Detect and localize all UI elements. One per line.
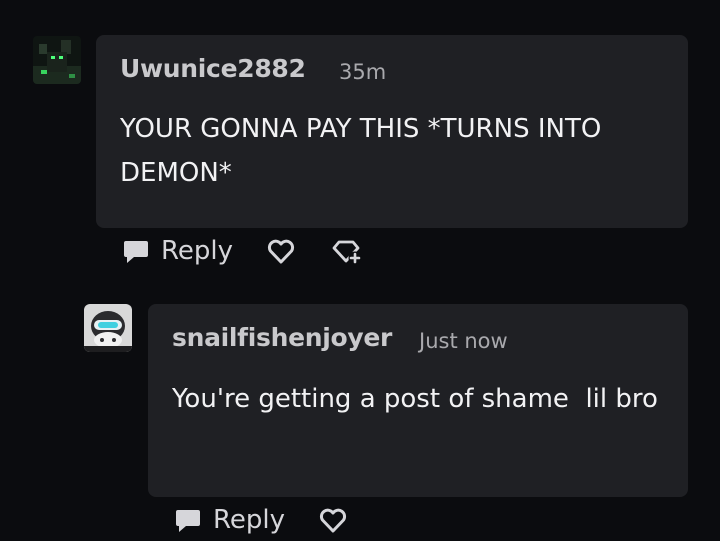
avatar[interactable] <box>84 304 132 352</box>
like-button[interactable] <box>266 236 296 266</box>
like-button[interactable] <box>318 505 348 535</box>
reply-label: Reply <box>213 505 286 535</box>
heart-icon <box>318 505 348 535</box>
award-button[interactable] <box>330 236 362 266</box>
username[interactable]: Uwunice2882 <box>120 54 306 83</box>
avatar[interactable] <box>33 36 81 84</box>
comment-actions: Reply <box>121 236 362 266</box>
timestamp: 35m <box>339 60 387 84</box>
comment-text: YOUR GONNA PAY THIS *TURNS INTO DEMON* <box>120 114 602 188</box>
chat-bubble-icon <box>173 505 203 535</box>
reply-button[interactable]: Reply <box>173 505 285 535</box>
chat-bubble-icon <box>121 236 151 266</box>
reply-button[interactable]: Reply <box>121 236 233 266</box>
timestamp: Just now <box>419 329 508 353</box>
comment-actions: Reply <box>173 505 348 535</box>
reply-label: Reply <box>161 236 234 266</box>
comment-text: You're getting a post of shame lil bro <box>172 384 658 414</box>
heart-icon <box>266 236 296 266</box>
username[interactable]: snailfishenjoyer <box>172 323 392 352</box>
gem-plus-icon <box>330 236 362 266</box>
